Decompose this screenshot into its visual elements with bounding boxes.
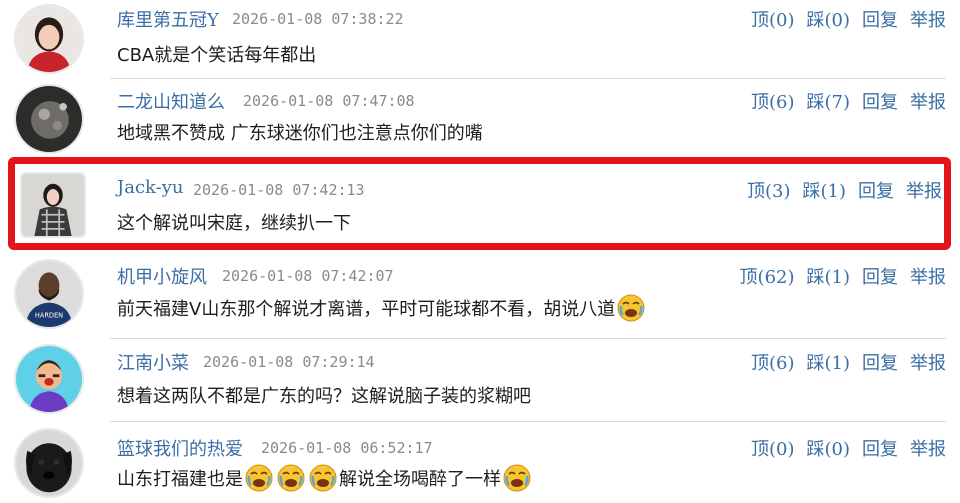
divider [110,338,946,339]
comment-text: 前天福建V山东那个解说才离谱，平时可能球都不看，胡说八道 [117,299,616,320]
crying-laugh-emoji-icon [245,464,273,492]
comment-text-row: 山东打福建也是 解说全场喝醉了一样 [117,463,533,493]
avatar[interactable] [14,4,84,74]
username[interactable]: 二龙山知道么 [117,88,225,114]
reply-button[interactable]: 回复 [862,10,898,31]
comment-text: 地域黑不赞成 广东球迷你们也注意点你们的嘴 [117,123,483,144]
crying-laugh-emoji-icon [277,464,305,492]
upvote-button[interactable]: 顶(0) [751,439,795,460]
timestamp: 2026-01-08 07:47:08 [243,92,415,110]
comment-text-part1: 山东打福建也是 [117,469,243,490]
upvote-button[interactable]: 顶(0) [751,10,795,31]
timestamp: 2026-01-08 07:42:07 [222,267,394,285]
avatar[interactable] [14,428,84,498]
timestamp: 2026-01-08 07:29:14 [203,353,375,371]
comment-actions: 顶(0) 踩(0) 回复 举报 [739,435,946,461]
downvote-button[interactable]: 踩(1) [807,353,851,374]
crying-laugh-emoji-icon [503,464,531,492]
downvote-button[interactable]: 踩(0) [807,10,851,31]
comment-text-row: 前天福建V山东那个解说才离谱，平时可能球都不看，胡说八道 [117,293,647,323]
upvote-button[interactable]: 顶(6) [751,353,795,374]
reply-button[interactable]: 回复 [862,439,898,460]
reply-button[interactable]: 回复 [862,267,898,288]
avatar-black-dog-icon [16,430,82,496]
comment-actions: 顶(6) 踩(1) 回复 举报 [739,349,946,375]
timestamp: 2026-01-08 06:52:17 [261,439,433,457]
avatar[interactable] [14,84,84,154]
comment-text: 想着这两队不都是广东的吗？这解说脑子装的浆糊吧 [117,386,531,407]
timestamp: 2026-01-08 07:38:22 [232,10,404,28]
crying-laugh-emoji-icon [309,464,337,492]
avatar-woman-red-icon [16,6,82,72]
report-button[interactable]: 举报 [910,10,946,31]
avatar-dark-photo-icon [16,86,82,152]
comment-actions: 顶(6) 踩(7) 回复 举报 [739,88,946,114]
report-button[interactable]: 举报 [910,439,946,460]
avatar[interactable] [14,344,84,414]
comment-actions: 顶(0) 踩(0) 回复 举报 [739,6,946,32]
upvote-button[interactable]: 顶(62) [740,267,795,288]
username[interactable]: 江南小菜 [117,349,189,375]
avatar[interactable]: HARDEN [14,259,84,329]
downvote-button[interactable]: 踩(0) [807,439,851,460]
username[interactable]: 篮球我们的热爱 [117,435,243,461]
report-button[interactable]: 举报 [910,353,946,374]
divider [110,421,946,422]
comment-text: CBA就是个笑话每年都出 [117,45,317,66]
username[interactable]: 库里第五冠Y [117,6,219,32]
avatar-harden-jersey-icon: HARDEN [16,261,82,327]
crying-laugh-emoji-icon [617,294,645,322]
comment-text-part2: 解说全场喝醉了一样 [339,469,501,490]
downvote-button[interactable]: 踩(7) [807,92,851,113]
downvote-button[interactable]: 踩(1) [807,267,851,288]
username[interactable]: 机甲小旋风 [117,263,207,289]
report-button[interactable]: 举报 [910,92,946,113]
report-button[interactable]: 举报 [910,267,946,288]
reply-button[interactable]: 回复 [862,92,898,113]
divider [110,78,946,79]
highlight-box [8,157,951,250]
reply-button[interactable]: 回复 [862,353,898,374]
comment-actions: 顶(62) 踩(1) 回复 举报 [728,263,946,289]
upvote-button[interactable]: 顶(6) [751,92,795,113]
svg-text:HARDEN: HARDEN [35,312,63,320]
avatar-cartoon-crying-icon [16,346,82,412]
